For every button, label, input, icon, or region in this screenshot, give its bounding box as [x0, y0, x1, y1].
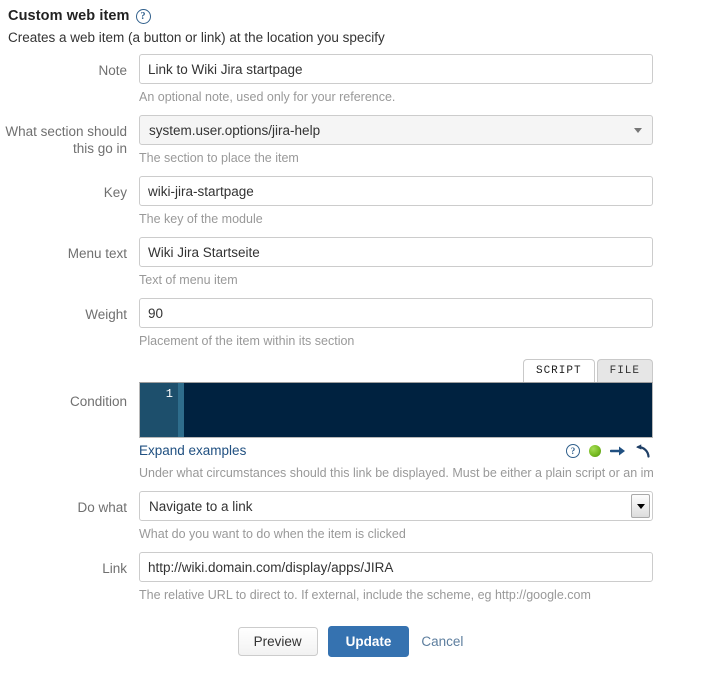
- do-what-field-col: Navigate to a link What do you want to d…: [139, 491, 703, 552]
- do-what-select-value: Navigate to a link: [149, 498, 253, 514]
- code-editor[interactable]: 1: [139, 382, 653, 438]
- note-description: An optional note, used only for your ref…: [139, 90, 396, 104]
- status-green-icon[interactable]: [589, 444, 601, 457]
- condition-field-col: SCRIPT FILE 1 Expand examples ? Under wh…: [139, 359, 703, 491]
- chevron-down-icon: [631, 494, 650, 518]
- update-button[interactable]: Update: [327, 626, 410, 657]
- section-description: The section to place the item: [139, 151, 299, 165]
- tab-script[interactable]: SCRIPT: [522, 359, 595, 382]
- do-what-description: What do you want to do when the item is …: [139, 527, 406, 541]
- form-row-key: Key The key of the module: [0, 176, 703, 237]
- tab-file[interactable]: FILE: [596, 359, 653, 382]
- section-select-value: system.user.options/jira-help: [149, 122, 321, 138]
- editor-line-number: 1: [140, 383, 178, 437]
- editor-code-area[interactable]: [184, 383, 652, 437]
- menu-text-input[interactable]: [139, 237, 653, 267]
- form-row-do-what: Do what Navigate to a link What do you w…: [0, 491, 703, 552]
- arrow-right-icon[interactable]: [610, 444, 626, 458]
- note-input[interactable]: [139, 54, 653, 84]
- undo-arrow-icon[interactable]: [635, 443, 651, 458]
- cancel-link[interactable]: Cancel: [419, 628, 465, 655]
- editor-footer-icons: ?: [566, 443, 653, 458]
- form-row-section: What section should this go in system.us…: [0, 115, 703, 176]
- note-label: Note: [98, 63, 127, 78]
- form-row-menu-text: Menu text Text of menu item: [0, 237, 703, 298]
- form-row-link: Link The relative URL to direct to. If e…: [0, 552, 703, 613]
- link-input[interactable]: [139, 552, 653, 582]
- form-row-note: Note An optional note, used only for you…: [0, 54, 703, 115]
- do-what-select[interactable]: Navigate to a link: [139, 491, 653, 521]
- section-field-col: system.user.options/jira-help The sectio…: [139, 115, 703, 176]
- page-header: Custom web item ? Creates a web item (a …: [0, 0, 703, 45]
- help-circle-icon[interactable]: ?: [566, 443, 580, 458]
- page-title: Custom web item: [8, 8, 130, 24]
- section-label-line1: What section should: [5, 124, 127, 139]
- menu-text-field-col: Text of menu item: [139, 237, 703, 298]
- section-label-line2: this go in: [72, 141, 127, 156]
- section-label: What section should this go in: [0, 115, 139, 157]
- condition-description: Under what circumstances should this lin…: [139, 466, 653, 480]
- link-label: Link: [102, 561, 127, 576]
- form-row-weight: Weight Placement of the item within its …: [0, 298, 703, 359]
- page-title-row: Custom web item ?: [8, 8, 703, 24]
- key-label: Key: [103, 185, 127, 200]
- custom-web-item-form: Note An optional note, used only for you…: [0, 54, 703, 613]
- expand-examples-link[interactable]: Expand examples: [139, 443, 246, 458]
- key-field-col: The key of the module: [139, 176, 703, 237]
- note-field-col: An optional note, used only for your ref…: [139, 54, 703, 115]
- menu-text-description: Text of menu item: [139, 273, 238, 287]
- help-circle-icon[interactable]: ?: [135, 8, 151, 24]
- condition-label: Condition: [69, 394, 127, 409]
- weight-label: Weight: [85, 307, 127, 322]
- chevron-down-icon: [634, 128, 642, 133]
- do-what-label: Do what: [77, 500, 127, 515]
- page-description: Creates a web item (a button or link) at…: [8, 30, 385, 45]
- section-select[interactable]: system.user.options/jira-help: [139, 115, 653, 145]
- link-field-col: The relative URL to direct to. If extern…: [139, 552, 703, 613]
- form-row-condition: Condition SCRIPT FILE 1 Expand examples …: [0, 359, 703, 491]
- form-actions: Preview Update Cancel: [0, 626, 703, 657]
- editor-footer: Expand examples ?: [139, 443, 653, 458]
- weight-description: Placement of the item within its section: [139, 334, 355, 348]
- link-description: The relative URL to direct to. If extern…: [139, 588, 591, 602]
- preview-button[interactable]: Preview: [237, 627, 318, 656]
- condition-editor: SCRIPT FILE 1 Expand examples ?: [139, 359, 653, 458]
- key-description: The key of the module: [139, 212, 263, 226]
- key-input[interactable]: [139, 176, 653, 206]
- menu-text-label: Menu text: [67, 246, 127, 261]
- weight-input[interactable]: [139, 298, 653, 328]
- editor-tabs: SCRIPT FILE: [139, 359, 653, 382]
- weight-field-col: Placement of the item within its section: [139, 298, 703, 359]
